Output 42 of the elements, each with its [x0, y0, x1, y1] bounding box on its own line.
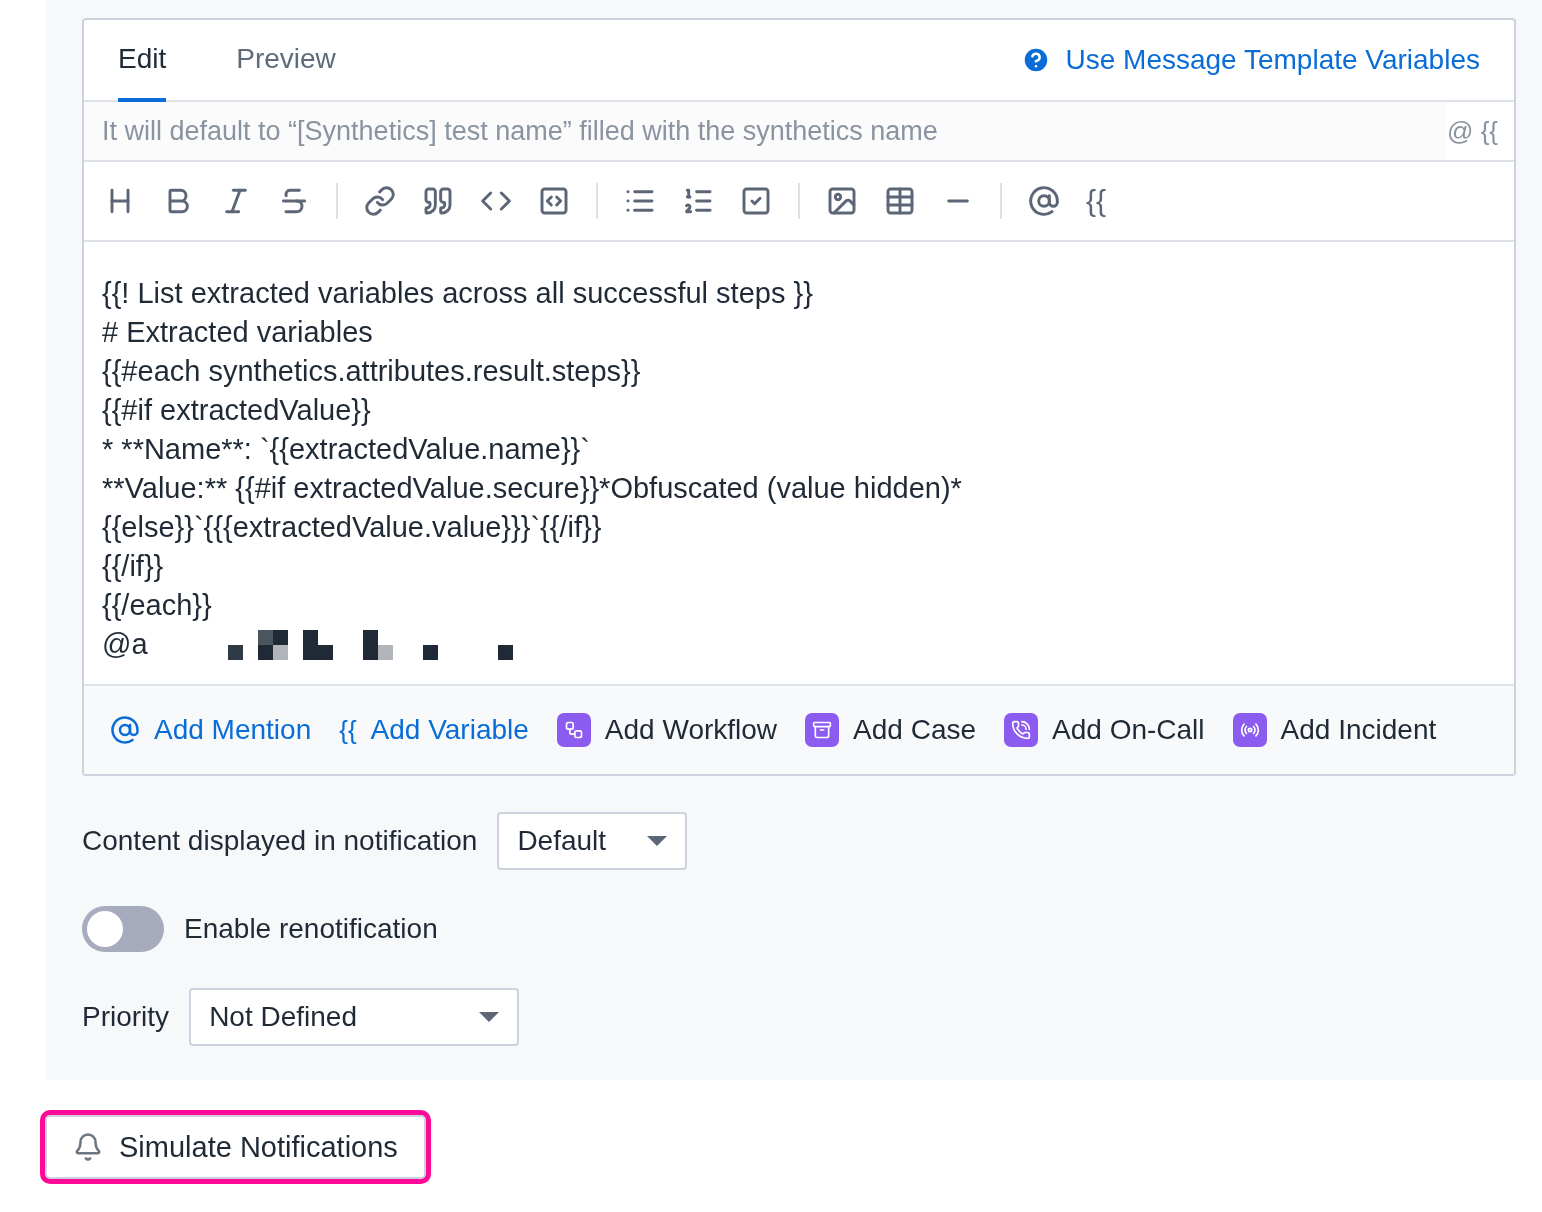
- simulate-notifications-button[interactable]: Simulate Notifications: [40, 1110, 431, 1184]
- add-action-link[interactable]: Add Case: [805, 713, 977, 747]
- workflow-icon: [556, 713, 591, 747]
- at-sign-icon: [110, 715, 140, 745]
- add-action-link[interactable]: Add Workflow: [556, 713, 778, 747]
- code-line: * **Name**: `{{extractedValue.name}}`: [102, 432, 590, 467]
- table-icon[interactable]: [884, 185, 916, 217]
- help-link[interactable]: Use Message Template Variables: [1021, 20, 1480, 100]
- content-dropdown[interactable]: Default: [497, 812, 688, 870]
- editor-tab[interactable]: Preview: [236, 20, 336, 102]
- code-line: {{#if extractedValue}}: [102, 393, 371, 428]
- checkbox-icon[interactable]: [740, 185, 772, 217]
- renotification-toggle[interactable]: [82, 906, 164, 952]
- add-action-link[interactable]: Add On-Call: [1004, 713, 1205, 747]
- code-line: {{/each}}: [102, 588, 212, 623]
- code-line: {{#each synthetics.attributes.result.steps}}: [102, 354, 641, 389]
- code-line: {{/if}}: [102, 549, 164, 584]
- image-icon[interactable]: [826, 185, 858, 217]
- signal-icon: [1232, 713, 1267, 747]
- field-label: Content displayed in notification: [82, 825, 478, 857]
- quote-icon[interactable]: [422, 185, 454, 217]
- add-action-link[interactable]: Add Incident: [1232, 713, 1437, 747]
- code-line: **Value:** {{#if extractedValue.secure}}*Obfuscated (value hidden)*: [102, 471, 962, 506]
- add-action-link[interactable]: {{ Add Variable: [339, 714, 529, 746]
- priority-dropdown[interactable]: Not Defined: [189, 988, 520, 1046]
- phone-icon: [1004, 713, 1039, 747]
- add-action-link[interactable]: Add Mention: [110, 714, 312, 746]
- toggle-label: Enable renotification: [184, 913, 438, 945]
- insert-hint: @ {{: [1447, 114, 1499, 148]
- braces-icon: {{: [339, 714, 357, 746]
- code-block-icon[interactable]: [538, 185, 570, 217]
- bell-icon: [73, 1132, 103, 1162]
- code-line: {{! List extracted variables across all successful steps }}: [102, 276, 813, 311]
- code-line: @a: [102, 627, 148, 662]
- code-line: {{else}}`{{{extractedValue.value}}}`{{/if}}: [102, 510, 602, 545]
- at-sign-icon[interactable]: [1028, 185, 1060, 217]
- variable-button[interactable]: {{: [1086, 184, 1107, 218]
- link-icon[interactable]: [364, 185, 396, 217]
- subject-field[interactable]: It will default to “[Synthetics] test name” filled with the synthetics name: [84, 102, 1447, 160]
- field-label: Priority: [82, 1001, 170, 1033]
- archive-icon: [805, 713, 840, 747]
- code-line: # Extracted variables: [102, 315, 373, 350]
